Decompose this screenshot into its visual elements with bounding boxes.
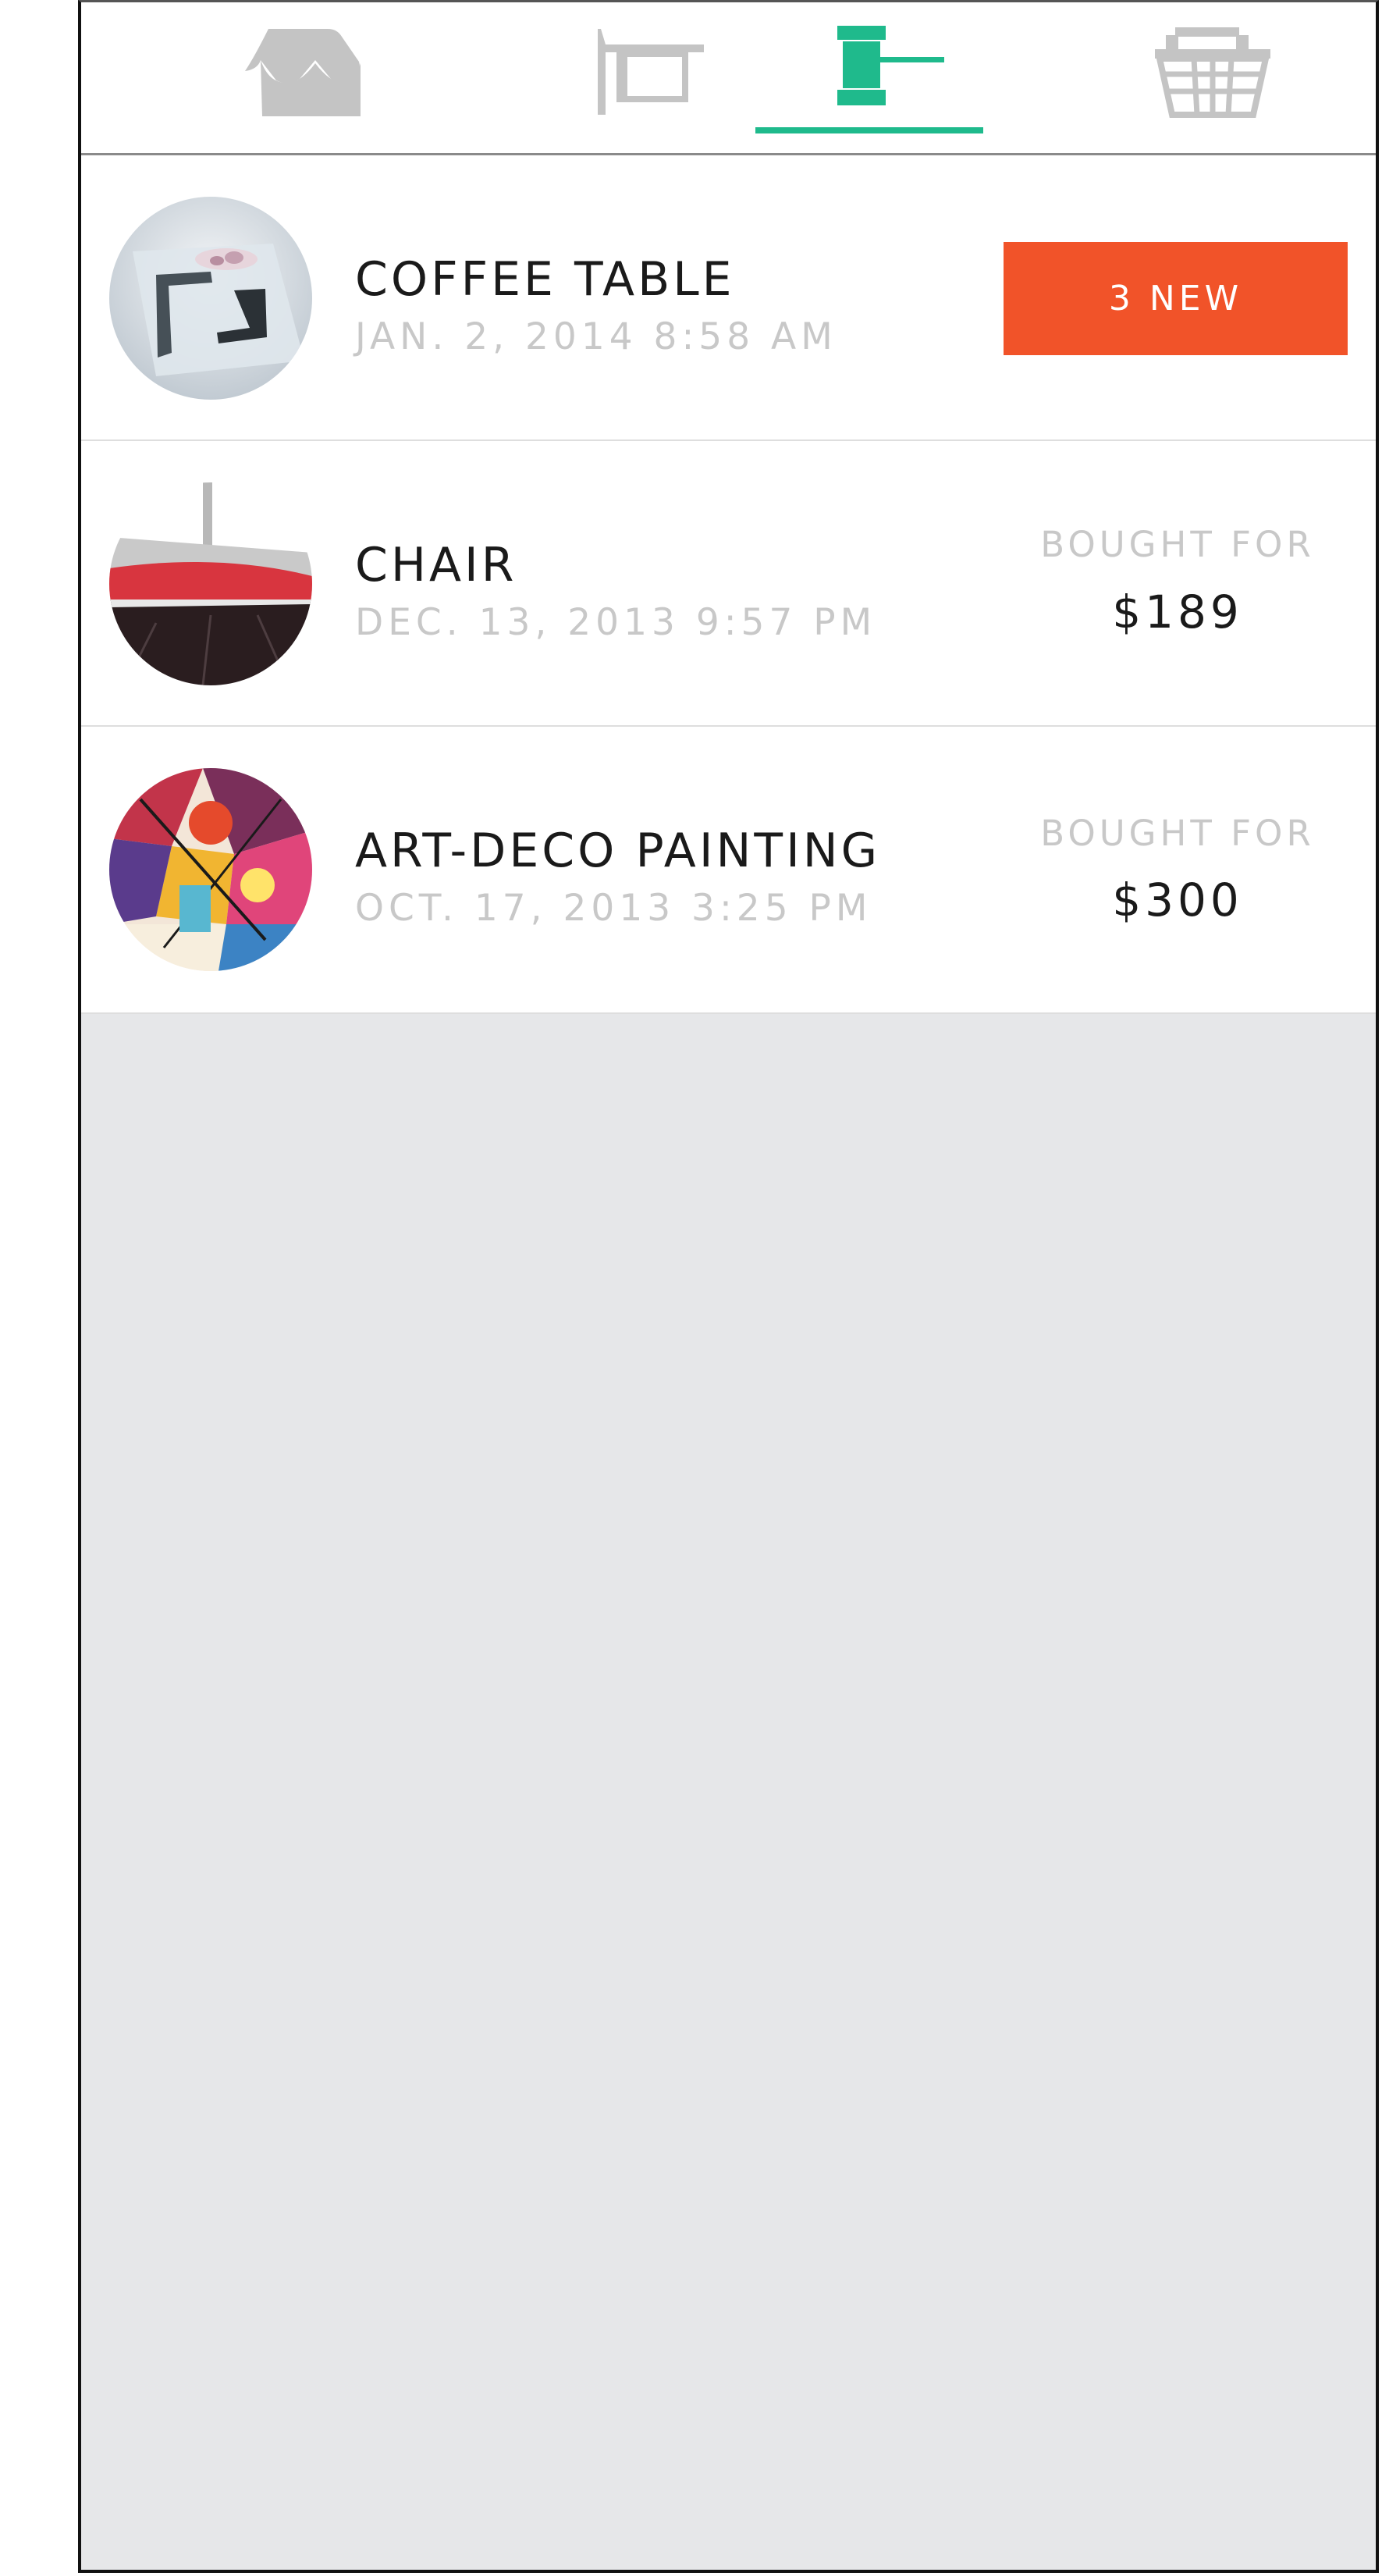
new-bids-button[interactable]: 3 NEW [1004, 242, 1348, 355]
active-tab-indicator [755, 127, 983, 133]
app-screen: COFFEE TABLE JAN. 2, 2014 8:58 AM 3 NEW [78, 0, 1379, 2573]
list-item[interactable]: CHAIR DEC. 13, 2013 9:57 PM BOUGHT FOR $… [81, 441, 1376, 727]
item-thumbnail [109, 768, 312, 971]
item-thumbnail [109, 482, 312, 685]
bought-for-label: BOUGHT FOR [1040, 524, 1315, 565]
shopping-basket-icon [1155, 27, 1270, 118]
tab-bar [81, 2, 1376, 155]
item-thumbnail [109, 197, 312, 400]
tab-store[interactable] [183, 2, 385, 153]
bought-for-label: BOUGHT FOR [1040, 813, 1315, 854]
gavel-icon [837, 26, 944, 105]
tab-auctions[interactable] [510, 2, 744, 153]
tab-basket[interactable] [1119, 2, 1322, 153]
item-date: DEC. 13, 2013 9:57 PM [355, 601, 877, 644]
item-date: OCT. 17, 2013 3:25 PM [355, 887, 872, 930]
item-title: ART-DECO PAINTING [355, 824, 881, 878]
list-item[interactable]: COFFEE TABLE JAN. 2, 2014 8:58 AM 3 NEW [81, 155, 1376, 441]
list-item[interactable]: ART-DECO PAINTING OCT. 17, 2013 3:25 PM … [81, 727, 1376, 1014]
bids-list: COFFEE TABLE JAN. 2, 2014 8:58 AM 3 NEW [81, 155, 1376, 1014]
item-date: JAN. 2, 2014 8:58 AM [355, 315, 837, 358]
bought-price: $189 [1112, 585, 1243, 639]
item-title: CHAIR [355, 538, 517, 592]
item-title: COFFEE TABLE [355, 252, 735, 307]
auction-sign-icon [598, 29, 704, 115]
storefront-icon [245, 29, 361, 116]
bought-price: $300 [1112, 873, 1243, 927]
